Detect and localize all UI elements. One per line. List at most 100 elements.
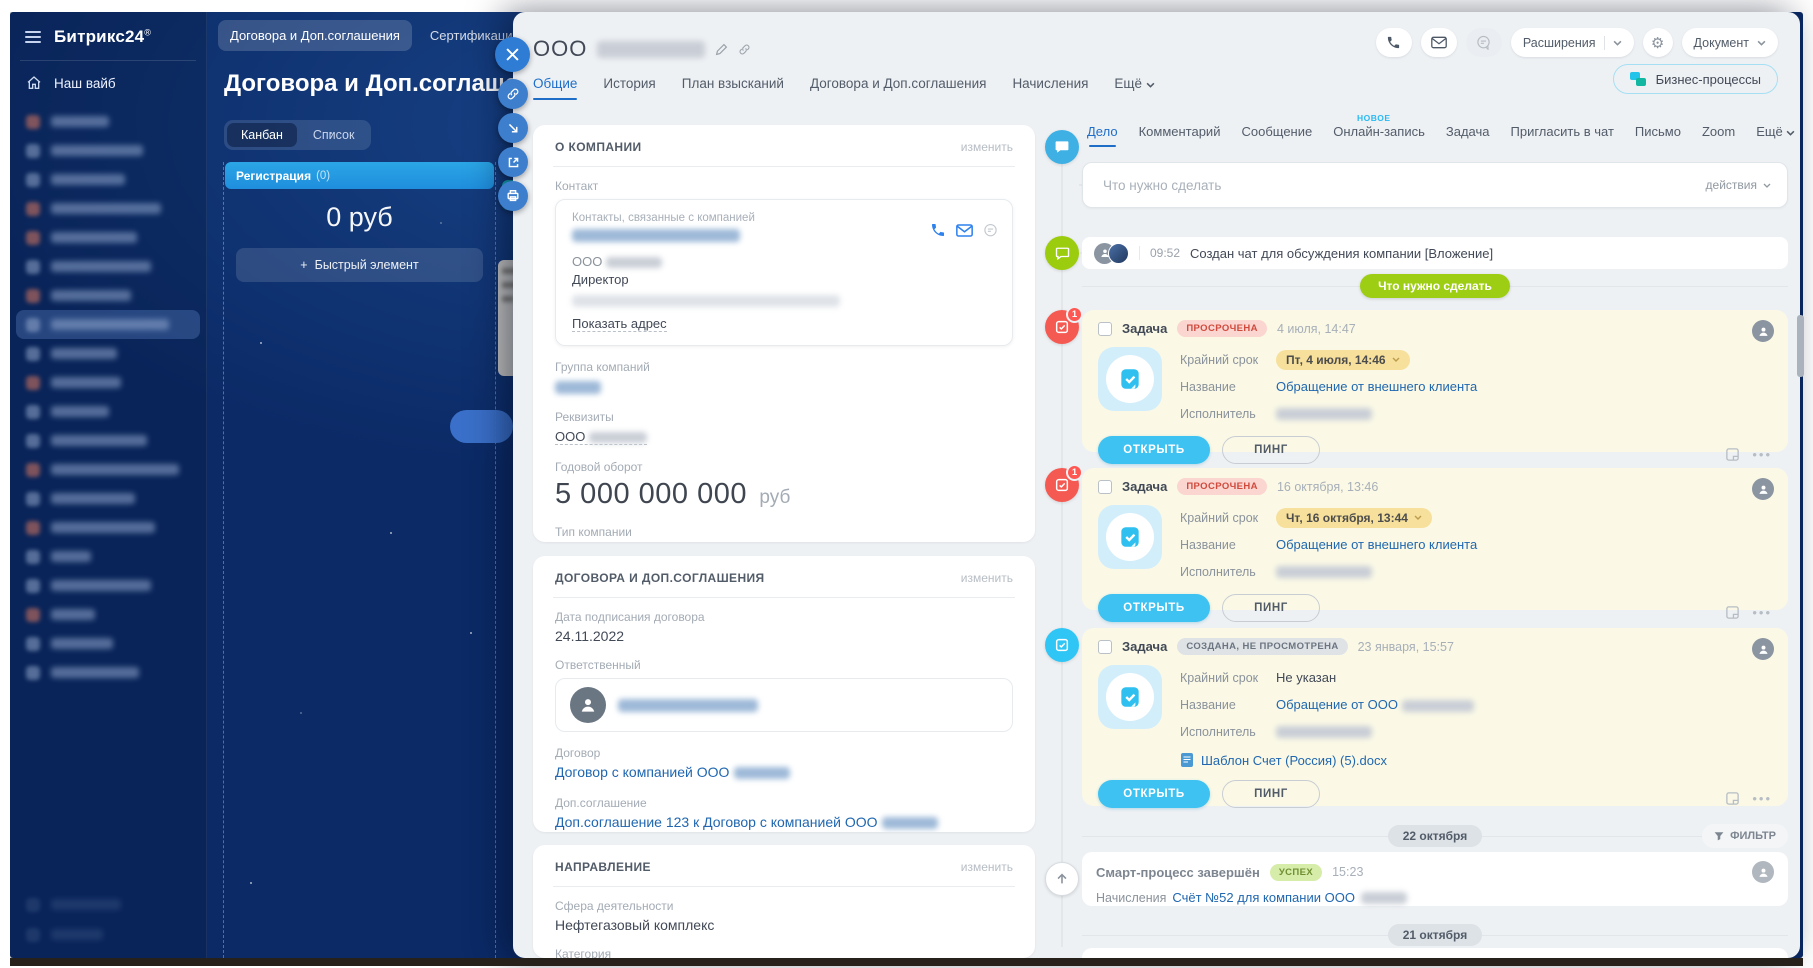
sidebar-item-redacted[interactable] <box>10 658 206 687</box>
open-button[interactable]: ОТКРЫТЬ <box>1098 436 1210 464</box>
tab-contracts[interactable]: Договора и Доп.соглашения <box>810 76 986 100</box>
minimize-button[interactable] <box>498 113 528 143</box>
link-icon[interactable] <box>738 43 751 56</box>
more-dots-icon[interactable]: ••• <box>1752 605 1772 620</box>
redacted-contact-name[interactable] <box>572 229 740 242</box>
email-button[interactable] <box>1421 28 1457 57</box>
redacted-company-group-link[interactable] <box>555 381 601 394</box>
sidebar-item-redacted[interactable] <box>10 426 206 455</box>
copy-link-button[interactable] <box>498 79 528 109</box>
ping-button[interactable]: ПИНГ <box>1222 594 1320 622</box>
smart-process-link[interactable]: Счёт №52 для компании ООО <box>1172 890 1355 905</box>
tab-general[interactable]: Общие <box>533 76 577 100</box>
task-name-link[interactable]: Обращение от ООО <box>1276 697 1474 712</box>
note-icon[interactable] <box>1725 447 1740 462</box>
addendum-link[interactable]: Доп.соглашение 123 к Договор с компанией… <box>555 814 1013 832</box>
todo-quick-button[interactable]: Что нужно сделать <box>1360 274 1510 298</box>
settings-button[interactable]: ⚙ <box>1643 28 1673 57</box>
show-address-link[interactable]: Показать адрес <box>572 316 667 332</box>
task-name-link[interactable]: Обращение от внешнего клиента <box>1276 537 1477 552</box>
open-button[interactable]: ОТКРЫТЬ <box>1098 780 1210 808</box>
tab-accruals[interactable]: Начисления <box>1012 76 1088 100</box>
contract-link[interactable]: Договор с компанией ООО <box>555 764 1013 782</box>
note-icon[interactable] <box>1725 791 1740 806</box>
tl-tab-letter[interactable]: Письмо <box>1635 124 1681 147</box>
envelope-icon[interactable] <box>956 224 973 237</box>
task-checkbox[interactable] <box>1098 640 1112 654</box>
requisites-value[interactable]: ООО <box>555 429 647 445</box>
phone-icon[interactable] <box>930 222 946 238</box>
tab-recovery-plan[interactable]: План взысканий <box>682 76 784 100</box>
app-logo[interactable]: Битрикс24® <box>54 27 151 47</box>
sidebar-item-redacted[interactable] <box>10 571 206 600</box>
tl-tab-task[interactable]: Задача <box>1446 124 1490 147</box>
timeline-node-smart-process[interactable] <box>1045 862 1079 896</box>
tl-tab-comment[interactable]: Комментарий <box>1139 124 1221 147</box>
avatar[interactable] <box>1752 861 1774 883</box>
sidebar-item-redacted[interactable] <box>10 484 206 513</box>
open-button[interactable]: ОТКРЫТЬ <box>1098 594 1210 622</box>
tl-tab-more[interactable]: Ещё <box>1756 124 1795 147</box>
ping-button[interactable]: ПИНГ <box>1222 436 1320 464</box>
sidebar-item-home[interactable]: Наш вайб <box>10 61 206 97</box>
quick-add-button[interactable]: + Быстрый элемент <box>236 248 483 282</box>
scrollbar-thumb[interactable] <box>1797 315 1804 377</box>
actions-dropdown[interactable]: действия <box>1706 178 1771 192</box>
edit-section-link[interactable]: изменить <box>961 860 1013 874</box>
chat-created-entry[interactable]: 09:52 Создан чат для обсуждения компании… <box>1082 237 1788 269</box>
contact-card[interactable]: Контакты, связанные с компанией ООО Дире… <box>555 199 1013 346</box>
sidebar-item-redacted[interactable] <box>10 890 206 919</box>
ping-button[interactable]: ПИНГ <box>1222 780 1320 808</box>
sidebar-item-redacted[interactable] <box>10 252 206 281</box>
close-button[interactable] <box>495 37 530 72</box>
tl-tab-invite-chat[interactable]: Пригласить в чат <box>1511 124 1614 147</box>
more-dots-icon[interactable]: ••• <box>1752 791 1772 806</box>
sidebar-item-redacted[interactable] <box>10 107 206 136</box>
menu-hamburger-icon[interactable] <box>25 31 41 43</box>
sidebar-item-redacted[interactable] <box>10 455 206 484</box>
task-name-link[interactable]: Обращение от внешнего клиента <box>1276 379 1477 394</box>
note-icon[interactable] <box>1725 605 1740 620</box>
sidebar-item-redacted[interactable] <box>10 223 206 252</box>
sidebar-item-redacted-active[interactable] <box>16 310 200 339</box>
tab-history[interactable]: История <box>603 76 655 100</box>
print-button[interactable] <box>498 181 528 211</box>
tl-tab-message[interactable]: Сообщение <box>1241 124 1312 147</box>
view-tab-list[interactable]: Список <box>299 123 369 147</box>
filter-button[interactable]: ФИЛЬТР <box>1702 824 1788 848</box>
todo-input[interactable] <box>1103 178 1706 193</box>
date-pill[interactable]: 22 октября <box>1388 825 1482 847</box>
sidebar-item-redacted[interactable] <box>10 397 206 426</box>
task-checkbox[interactable] <box>1098 480 1112 494</box>
sidebar-item-redacted[interactable] <box>10 920 206 949</box>
sidebar-item-redacted[interactable] <box>10 339 206 368</box>
sidebar-item-redacted[interactable] <box>10 165 206 194</box>
edit-section-link[interactable]: изменить <box>961 140 1013 154</box>
sidebar-item-redacted[interactable] <box>10 600 206 629</box>
task-author-avatar[interactable] <box>1752 638 1774 660</box>
attachment-row[interactable]: Шаблон Счет (Россия) (5).docx <box>1180 752 1474 768</box>
responsible-card[interactable] <box>555 678 1013 732</box>
attachment-link[interactable]: Шаблон Счет (Россия) (5).docx <box>1201 753 1387 768</box>
sidebar-item-redacted[interactable] <box>10 194 206 223</box>
sidebar-item-redacted[interactable] <box>10 368 206 397</box>
open-new-window-button[interactable] <box>498 147 528 177</box>
tl-tab-online-booking[interactable]: НОВОЕОнлайн-запись <box>1333 124 1425 147</box>
kanban-stage-header[interactable]: Регистрация (0) <box>225 162 494 189</box>
sidebar-item-redacted[interactable] <box>10 136 206 165</box>
chat-bubble-icon[interactable] <box>983 223 998 238</box>
sidebar-item-redacted[interactable] <box>10 542 206 571</box>
tab-more[interactable]: Ещё <box>1114 76 1154 100</box>
tl-tab-zoom[interactable]: Zoom <box>1702 124 1735 147</box>
view-tab-kanban[interactable]: Канбан <box>227 123 297 147</box>
task-checkbox[interactable] <box>1098 322 1112 336</box>
tl-tab-activity[interactable]: Дело <box>1087 124 1118 147</box>
edit-section-link[interactable]: изменить <box>961 571 1013 585</box>
task-author-avatar[interactable] <box>1752 320 1774 342</box>
chat-button[interactable] <box>1466 28 1502 57</box>
edit-pencil-icon[interactable] <box>715 43 728 56</box>
sidebar-item-redacted[interactable] <box>10 513 206 542</box>
more-dots-icon[interactable]: ••• <box>1752 447 1772 462</box>
date-pill[interactable]: 21 октября <box>1388 924 1482 946</box>
extensions-button[interactable]: Расширения <box>1511 28 1634 57</box>
